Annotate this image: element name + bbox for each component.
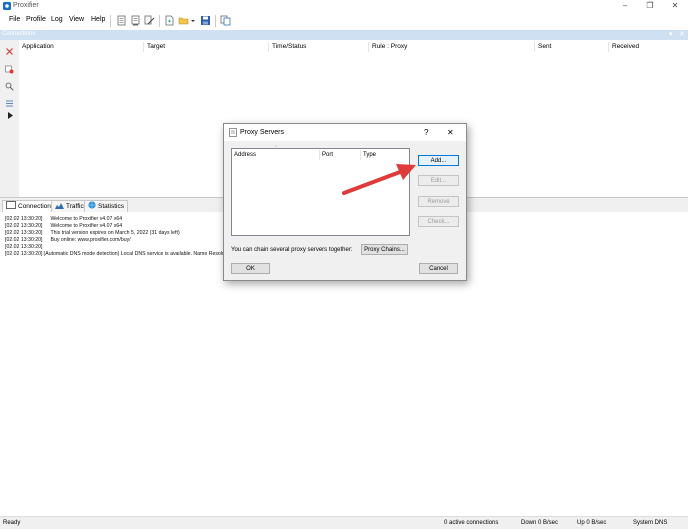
log-line: [02.02 13:30:20](Automatic DNS mode dete… (5, 251, 225, 257)
new-document-icon[interactable] (164, 15, 175, 26)
search-icon[interactable] (5, 82, 14, 91)
globe-icon (88, 201, 96, 209)
edit-button[interactable]: Edit... (418, 175, 459, 186)
tab-connections[interactable]: Connections (2, 200, 59, 212)
remove-button[interactable]: Remove (418, 196, 459, 207)
check-button[interactable]: Check... (418, 216, 459, 227)
status-dns-mode: System DNS (633, 520, 668, 526)
tab-statistics-label: Statistics (98, 203, 125, 210)
toolbar-separator (215, 15, 216, 27)
toolbar-separator (159, 15, 160, 27)
annotation-arrow (340, 160, 420, 200)
profile-new-icon[interactable] (116, 15, 127, 26)
dialog-title: Proxy Servers (240, 129, 284, 136)
tab-traffic[interactable]: Traffic (51, 200, 88, 212)
profile-properties-icon[interactable] (130, 15, 141, 26)
log-line: [02.02 13:30:20] (5, 244, 43, 250)
status-bar: Ready 0 active connections Down 0 B/sec … (0, 516, 688, 529)
tab-statistics[interactable]: Statistics (84, 200, 129, 212)
column-header-type[interactable]: Type (361, 150, 409, 160)
menu-view[interactable]: View (69, 16, 84, 23)
tab-traffic-label: Traffic (66, 203, 84, 210)
cancel-button[interactable]: Cancel (419, 263, 458, 274)
close-icon[interactable]: ✕ (664, 0, 686, 12)
column-header-target[interactable]: Target (144, 42, 269, 52)
save-icon[interactable] (200, 15, 211, 26)
copy-icon[interactable] (220, 15, 231, 26)
column-header-sent[interactable]: Sent (535, 42, 609, 52)
menu-log[interactable]: Log (51, 16, 63, 23)
column-header-port[interactable]: Port (320, 150, 361, 160)
sort-indicator-icon: ˆ (275, 146, 277, 152)
status-upload-rate: Up 0 B/sec (577, 520, 607, 526)
toolbar-separator (110, 15, 111, 27)
column-header-received[interactable]: Received (609, 42, 688, 52)
list-icon[interactable] (5, 99, 14, 108)
chain-hint-text: You can chain several proxy servers toge… (231, 247, 353, 253)
ok-button[interactable]: OK (231, 263, 270, 274)
close-connection-icon[interactable] (5, 47, 14, 56)
log-line: [02.02 13:30:20] Welcome to Proxifier v4.… (5, 216, 123, 222)
menu-bar: File Profile Log View Help (0, 12, 688, 31)
log-line: [02.02 13:30:20] Welcome to Proxifier v4.… (5, 223, 123, 229)
dialog-title-bar: Proxy Servers ? ✕ (224, 124, 466, 141)
status-ready: Ready (3, 520, 21, 526)
pin-icon[interactable]: ▾ (669, 30, 673, 38)
window-title: Proxifier (13, 2, 39, 9)
app-logo-icon (3, 2, 11, 10)
open-folder-icon[interactable] (178, 15, 196, 26)
pane-close-icon[interactable]: ✕ (679, 30, 685, 38)
column-header-rule-proxy[interactable]: Rule : Proxy (369, 42, 535, 52)
status-download-rate: Down 0 B/sec (521, 520, 559, 526)
log-line: [02.02 13:30:20] This trial version expir… (5, 230, 180, 236)
menu-help[interactable]: Help (91, 16, 105, 23)
status-active-connections: 0 active connections (444, 520, 499, 526)
play-icon[interactable] (8, 112, 13, 119)
help-button[interactable]: ? (424, 128, 428, 137)
dialog-icon (229, 128, 237, 137)
menu-profile[interactable]: Profile (26, 16, 46, 23)
tab-connections-label: Connections (18, 203, 55, 210)
title-bar: Proxifier – ❐ ✕ (0, 0, 688, 12)
connections-header-label: Connections (2, 31, 36, 37)
proxy-chains-button[interactable]: Proxy Chains... (361, 244, 408, 255)
connections-sidebar (0, 40, 20, 197)
connections-pane-header: Connections ▾ ✕ (0, 30, 688, 40)
column-header-application[interactable]: Application (19, 42, 144, 52)
minimize-icon[interactable]: – (614, 0, 636, 12)
connections-tab-icon (6, 201, 16, 209)
menu-file[interactable]: File (9, 16, 20, 23)
column-header-time-status[interactable]: Time/Status (269, 42, 369, 52)
proxy-servers-icon[interactable] (144, 15, 155, 26)
log-line: [02.02 13:30:20] Buy online: www.proxifie… (5, 237, 131, 243)
add-button[interactable]: Add... (418, 155, 459, 166)
restore-icon[interactable]: ❐ (639, 0, 661, 12)
traffic-chart-icon (55, 202, 64, 209)
dialog-close-button[interactable]: ✕ (447, 128, 454, 137)
resolve-icon[interactable] (5, 65, 14, 74)
proxy-servers-dialog: Proxy Servers ? ✕ Address ˆ Port Type Ad… (223, 123, 467, 281)
